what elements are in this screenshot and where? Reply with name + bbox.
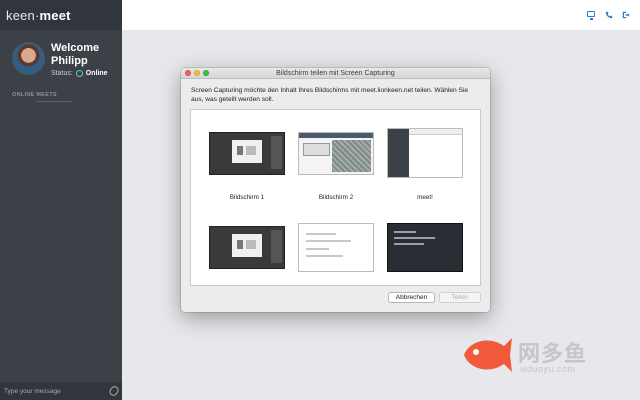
source-label: meet! <box>417 194 433 201</box>
user-name: Philipp <box>51 55 88 67</box>
dialog-title: Bildschirm teilen mit Screen Capturing <box>276 69 395 77</box>
share-button[interactable]: Teilen <box>439 292 481 303</box>
top-bar <box>122 0 640 30</box>
source-thumb-screen-1[interactable] <box>209 132 285 175</box>
close-window-button[interactable] <box>185 70 191 76</box>
user-profile: Welcome Philipp Status: Online <box>12 42 108 77</box>
brand-bold: meet <box>39 7 71 23</box>
message-placeholder: Type your message <box>4 387 61 395</box>
section-divider <box>36 101 73 102</box>
zoom-window-button[interactable] <box>203 70 209 76</box>
phone-icon[interactable] <box>605 11 613 19</box>
status-line: Status: Online <box>51 70 108 77</box>
status-value[interactable]: Online <box>86 70 108 77</box>
fish-logo-icon <box>464 338 512 372</box>
source-label: Bildschirm 1 <box>229 194 265 201</box>
minimize-window-button[interactable] <box>194 70 200 76</box>
monitor-icon[interactable] <box>587 11 595 20</box>
message-input[interactable]: Type your message <box>0 382 122 400</box>
source-grid: Bildschirm 1 Bildschirm 2 meet! <box>190 109 481 286</box>
source-thumb-window-4[interactable] <box>209 226 285 269</box>
welcome-text: Welcome <box>51 42 100 54</box>
status-online-icon <box>75 70 83 77</box>
cancel-button[interactable]: Abbrechen <box>388 292 435 303</box>
online-meets-title: ONLINE MEETS <box>12 92 57 98</box>
source-thumb-meet-window[interactable] <box>387 128 463 178</box>
watermark: 网多鱼 wduoyu.com <box>460 330 630 380</box>
paperclip-icon[interactable] <box>107 384 121 398</box>
status-label: Status: <box>51 70 73 77</box>
sidebar: keen · meet Welcome Philipp Status: Online… <box>0 0 122 400</box>
source-thumb-window-6[interactable] <box>387 223 463 272</box>
dialog-titlebar[interactable]: Bildschirm teilen mit Screen Capturing <box>181 68 490 79</box>
avatar[interactable] <box>12 42 45 75</box>
watermark-url: wduoyu.com <box>520 364 576 374</box>
exit-icon[interactable] <box>622 11 630 19</box>
brand-logo[interactable]: keen · meet <box>0 0 122 30</box>
share-screen-dialog: Bildschirm teilen mit Screen Capturing S… <box>181 68 490 312</box>
brand-light: keen <box>6 7 35 23</box>
source-thumb-window-5[interactable] <box>298 223 374 272</box>
source-thumb-screen-2[interactable] <box>298 132 374 175</box>
source-label: Bildschirm 2 <box>318 194 354 201</box>
